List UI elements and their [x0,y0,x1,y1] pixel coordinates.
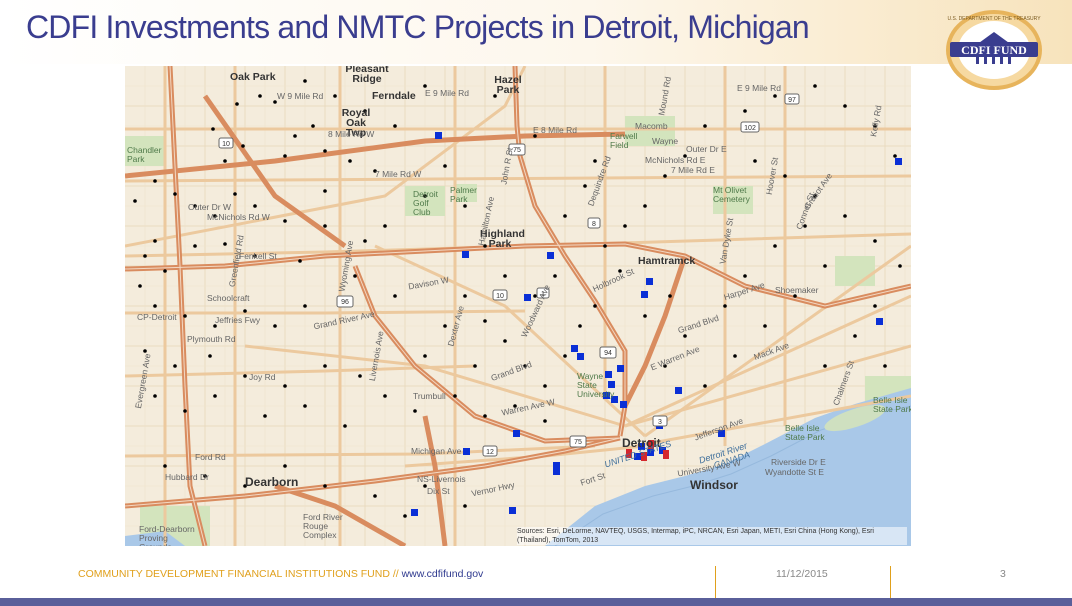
label-schoolcraft: Schoolcraft [207,293,250,303]
logo-ring-text: U.S. DEPARTMENT OF THE TREASURY [947,16,1041,22]
route-94: 94 [604,350,612,357]
label-ford-rd: Ford Rd [195,452,226,462]
label-hazel-park: Hazel Park [494,74,522,96]
label-mcnichols-w: McNichols Rd W [207,212,270,222]
label-ns-livernois: NS-Livernois [417,474,466,484]
label-ford-dearborn: Ford-Dearborn Proving Grounds [139,524,195,547]
label-oak-park: Oak Park [230,71,276,83]
label-farwell-field: Farwell Field [610,131,638,150]
label-dix: Dix St [427,486,450,496]
route-3: 3 [658,419,662,426]
label-hamtramck: Hamtramck [638,255,696,267]
route-10-north: 10 [222,141,230,148]
label-joy-rd: Joy Rd [249,372,276,382]
label-trumbull: Trumbull [413,391,446,401]
label-e-9-mile-east: E 9 Mile Rd [737,83,781,93]
bottom-bar [0,598,1072,606]
label-macomb: Macomb [635,121,668,131]
label-palmer-park: Palmer Park [450,185,477,204]
label-e-8-mile: E 8 Mile Rd [533,125,577,135]
label-riverside: Riverside Dr E [771,457,826,467]
label-detroit-golf: Detroit Golf Club [413,189,439,217]
route-75-south: 75 [574,439,582,446]
label-dearborn: Dearborn [245,475,299,489]
label-7-mile-w: 7 Mile Rd W [375,169,422,179]
label-ferndale: Ferndale [372,90,416,102]
cdfi-fund-logo: CDFI FUND U.S. DEPARTMENT OF THE TREASUR… [946,10,1042,90]
label-wayne-county: Wayne [652,136,679,146]
label-wayne-state: Wayne State University [577,371,615,399]
label-e-9-mile-west: E 9 Mile Rd [425,88,469,98]
route-10-mid: 10 [496,293,504,300]
label-ford-rouge: Ford River Rouge Complex [303,512,343,540]
slide-title: CDFI Investments and NMTC Projects in De… [26,9,810,45]
label-belle-isle-state-park: Belle Isle State Park [785,423,825,442]
label-7-mile-e: 7 Mile Rd E [671,165,715,175]
label-8-mile-w: 8 Mile Rd W [328,129,375,139]
map-attribution: Sources: Esri, DeLorme, NAVTEQ, USGS, In… [517,527,907,545]
footer-separator: // [389,568,402,580]
route-97: 97 [788,97,796,104]
label-michigan-ave: Michigan Ave [411,446,462,456]
page-number: 3 [1000,568,1006,580]
label-mt-olivet: Mt Olivet Cemetery [713,185,750,204]
label-outer-dr-e: Outer Dr E [686,144,727,154]
label-jeffries: Jeffries Fwy [215,315,261,325]
footer-date: 11/12/2015 [776,568,828,580]
footer-divider-right [890,566,891,600]
route-8: 8 [592,221,596,228]
label-fenkell: Fenkell St [239,251,277,261]
label-outer-dr-w: Outer Dr W [188,202,231,212]
footer-divider-left [715,566,716,600]
route-12: 12 [486,449,494,456]
label-hubbard: Hubbard Dr [165,472,209,482]
label-wyandotte: Wyandotte St E [765,467,824,477]
label-pleasant-ridge: Pleasant Ridge [345,66,389,85]
label-shoemaker: Shoemaker [775,285,819,295]
route-102: 102 [744,125,756,132]
logo-text: CDFI FUND [961,43,1027,57]
label-chandler-park: Chandler Park [127,145,162,164]
footer-org-name: COMMUNITY DEVELOPMENT FINANCIAL INSTITUT… [78,568,390,580]
footer-organization: COMMUNITY DEVELOPMENT FINANCIAL INSTITUT… [78,568,483,580]
label-windsor: Windsor [690,478,738,492]
label-plymouth: Plymouth Rd [187,334,236,344]
footer-url-link[interactable]: www.cdfifund.gov [402,568,484,580]
route-96: 96 [341,299,349,306]
label-belle-isle-state-park-east: Belle Isle State Park [873,395,911,414]
label-mcnichols-e: McNichols Rd E [645,155,706,165]
map-panel[interactable]: 75 94 96 75 10 10 1 8 12 97 102 3 Oak Pa… [125,66,911,546]
label-cp-detroit: CP-Detroit [137,312,177,322]
label-w-9-mile: W 9 Mile Rd [277,91,324,101]
